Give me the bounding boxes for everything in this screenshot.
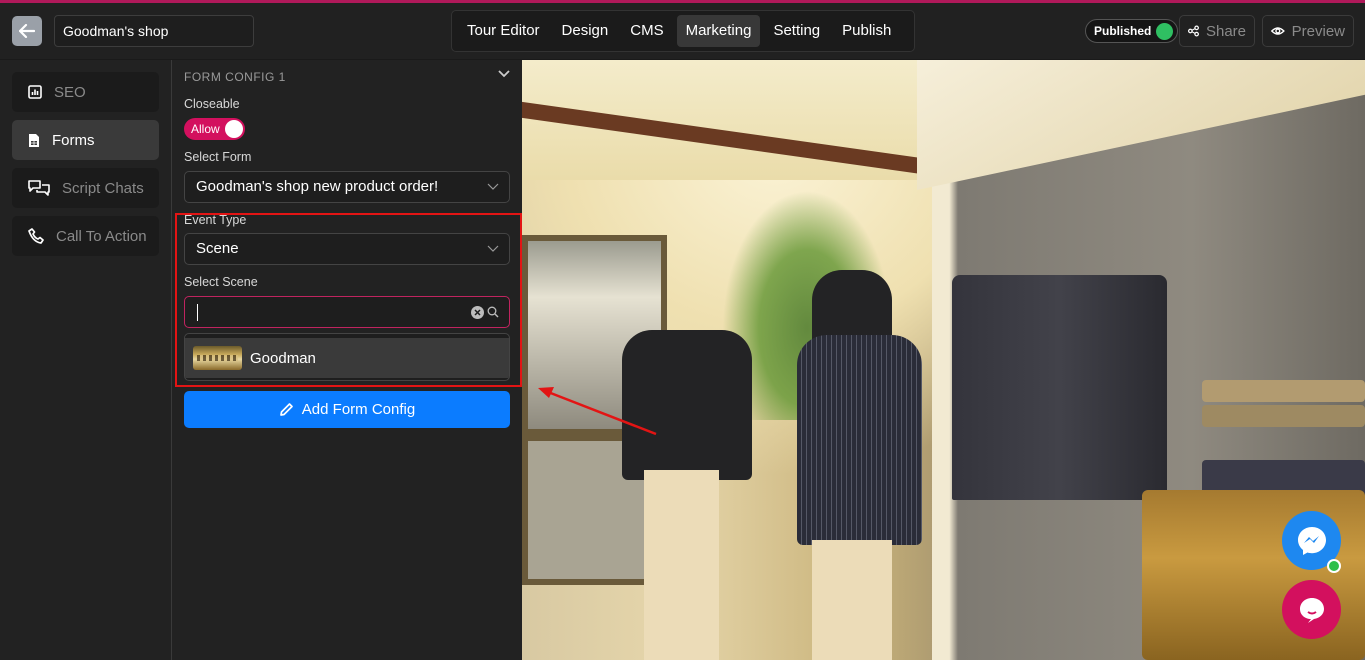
chat-bubbles-icon [28, 180, 50, 196]
scene-folded-stack [1202, 380, 1365, 402]
form-icon [29, 133, 39, 147]
publish-status-label: Published [1094, 24, 1152, 38]
chevron-down-icon[interactable] [498, 70, 510, 78]
scene-mannequin [797, 335, 922, 545]
marketing-sidebar: SEO Forms Script Chats Call To Action [0, 60, 172, 660]
select-form-value: Goodman's shop new product order! [196, 178, 439, 195]
share-label: Share [1205, 22, 1246, 40]
form-config-panel: FORM CONFIG 1 Closeable Allow Select For… [172, 60, 522, 660]
chat-icon [1299, 597, 1324, 623]
arrow-left-icon [19, 24, 35, 38]
sidebar-item-script-chats[interactable]: Script Chats [12, 168, 159, 208]
messenger-icon [1297, 526, 1326, 555]
status-dot [1156, 22, 1174, 40]
sidebar-item-forms[interactable]: Forms [12, 120, 159, 160]
scene-folded-stack [1202, 405, 1365, 427]
scene-mannequin-pants [644, 470, 719, 660]
select-scene-label: Select Scene [184, 275, 258, 289]
preview-button[interactable]: Preview [1262, 15, 1354, 47]
eye-icon [1271, 27, 1285, 35]
top-header: Goodman's shop Tour Editor Design CMS Ma… [0, 3, 1365, 60]
tab-cms[interactable]: CMS [621, 15, 672, 47]
scene-option-label: Goodman [250, 349, 316, 367]
add-form-config-label: Add Form Config [301, 401, 416, 418]
chart-icon [28, 85, 42, 99]
toggle-knob [225, 120, 243, 138]
sidebar-item-label: Call To Action [56, 227, 147, 245]
scene-suitcase [1142, 490, 1365, 660]
tab-setting[interactable]: Setting [764, 15, 829, 47]
event-type-value: Scene [196, 240, 239, 257]
scene-options-list: Goodman [184, 333, 510, 381]
main-nav: Tour Editor Design CMS Marketing Setting… [451, 10, 915, 52]
search-icon [487, 306, 499, 318]
pencil-icon [279, 403, 293, 416]
select-form-label: Select Form [184, 150, 252, 164]
sidebar-item-label: Script Chats [62, 179, 144, 197]
share-icon [1188, 25, 1199, 37]
scene-thumbnail [193, 346, 242, 370]
sidebar-item-label: SEO [54, 83, 86, 101]
scene-option[interactable]: Goodman [185, 338, 509, 378]
scene-search-input[interactable] [184, 296, 510, 328]
tour-viewer[interactable] [522, 60, 1365, 660]
scene-hanging-suits [952, 275, 1167, 500]
annotation-arrow [538, 387, 657, 436]
phone-icon [28, 228, 44, 244]
tab-marketing[interactable]: Marketing [676, 15, 761, 47]
publish-status-toggle[interactable]: Published [1085, 19, 1179, 43]
chevron-down-icon [487, 183, 499, 190]
form-config-title: FORM CONFIG 1 [184, 70, 286, 84]
online-status-dot [1327, 559, 1341, 573]
event-type-dropdown[interactable]: Scene [184, 233, 510, 265]
toggle-label: Allow [191, 122, 220, 136]
preview-label: Preview [1291, 22, 1345, 40]
text-caret [197, 304, 198, 321]
share-button[interactable]: Share [1179, 15, 1255, 47]
tab-publish[interactable]: Publish [833, 15, 900, 47]
closeable-label: Closeable [184, 97, 240, 111]
select-form-dropdown[interactable]: Goodman's shop new product order! [184, 171, 510, 203]
chevron-down-icon [487, 245, 499, 252]
live-chat-button[interactable] [1282, 580, 1341, 639]
clear-icon[interactable] [471, 306, 484, 319]
back-button[interactable] [12, 16, 42, 46]
sidebar-item-seo[interactable]: SEO [12, 72, 159, 112]
tab-tour-editor[interactable]: Tour Editor [458, 15, 549, 47]
sidebar-item-label: Forms [52, 131, 95, 149]
scene-mannequin-pants [812, 540, 892, 660]
closeable-toggle[interactable]: Allow [184, 118, 245, 140]
project-title-input[interactable]: Goodman's shop [54, 15, 254, 47]
tab-design[interactable]: Design [553, 15, 618, 47]
event-type-label: Event Type [184, 213, 247, 227]
sidebar-item-call-to-action[interactable]: Call To Action [12, 216, 159, 256]
add-form-config-button[interactable]: Add Form Config [184, 391, 510, 428]
